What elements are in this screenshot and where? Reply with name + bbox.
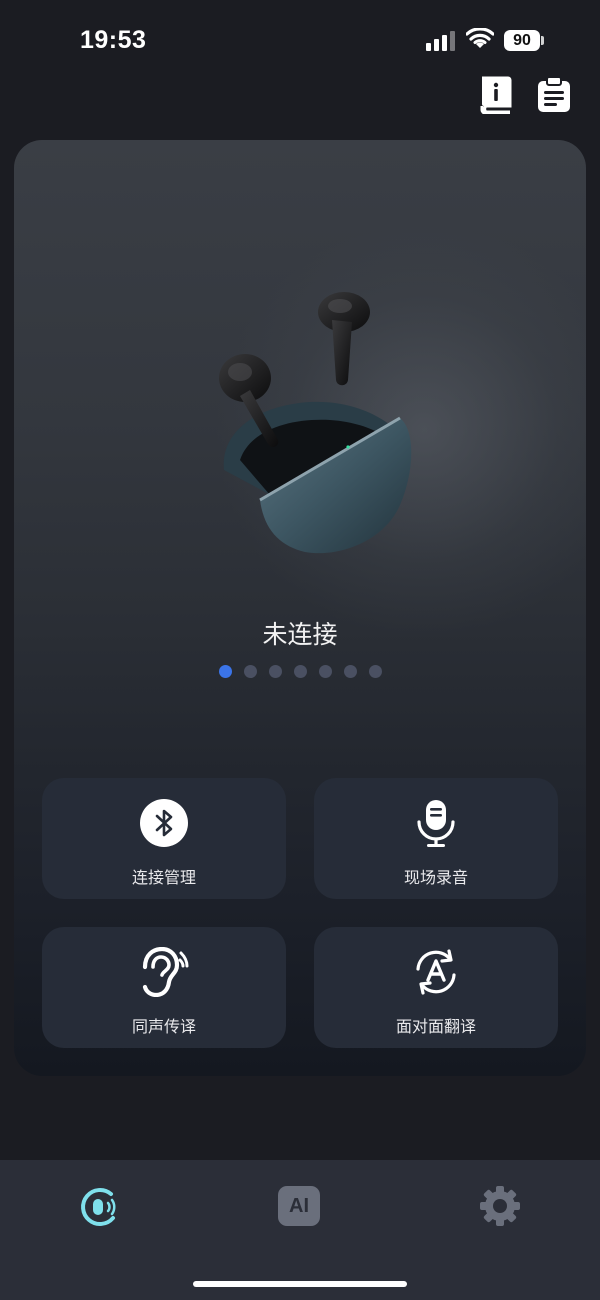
home-indicator[interactable] xyxy=(193,1281,407,1287)
manual-info-icon[interactable] xyxy=(478,76,514,114)
wifi-icon xyxy=(466,28,494,48)
ai-tab-label: AI xyxy=(289,1194,309,1217)
face-to-face-translation-button[interactable]: 面对面翻译 xyxy=(314,927,558,1048)
pager-dot[interactable] xyxy=(318,665,332,678)
feature-label: 面对面翻译 xyxy=(395,1019,476,1036)
feature-label: 现场录音 xyxy=(403,870,468,887)
earbuds-image xyxy=(219,292,412,554)
translate-icon xyxy=(416,949,456,995)
live-recording-button[interactable]: 现场录音 xyxy=(314,778,558,899)
status-bar: 19:53 90 xyxy=(0,0,600,80)
battery-tip xyxy=(541,36,544,45)
feature-label: 连接管理 xyxy=(131,870,196,887)
ear-icon xyxy=(142,947,189,997)
microphone-icon xyxy=(417,800,455,847)
pager-dot-active[interactable] xyxy=(218,665,232,678)
connection-status: 未连接 xyxy=(262,621,338,649)
bluetooth-icon xyxy=(140,799,188,847)
cellular-signal-icon xyxy=(426,31,456,51)
gear-icon[interactable] xyxy=(478,1184,522,1228)
connection-management-button[interactable]: 连接管理 xyxy=(42,778,286,899)
feature-label: 同声传译 xyxy=(131,1019,196,1036)
pager-dot[interactable] xyxy=(368,665,382,678)
status-time: 19:53 xyxy=(80,26,147,54)
carousel-pager[interactable] xyxy=(14,665,586,678)
pager-dot[interactable] xyxy=(243,665,257,678)
ai-tab[interactable]: AI xyxy=(278,1186,320,1226)
pager-dot[interactable] xyxy=(268,665,282,678)
device-card: 未连接 连接管理 现场录音 同声传译 面对面翻译 xyxy=(14,140,586,1076)
simultaneous-interpretation-button[interactable]: 同声传译 xyxy=(42,927,286,1048)
clipboard-icon[interactable] xyxy=(536,76,572,114)
headset-voice-icon[interactable] xyxy=(79,1184,123,1228)
battery-level: 90 xyxy=(504,30,540,51)
bottom-tab-bar: AI xyxy=(0,1160,600,1300)
pager-dot[interactable] xyxy=(343,665,357,678)
pager-dot[interactable] xyxy=(293,665,307,678)
